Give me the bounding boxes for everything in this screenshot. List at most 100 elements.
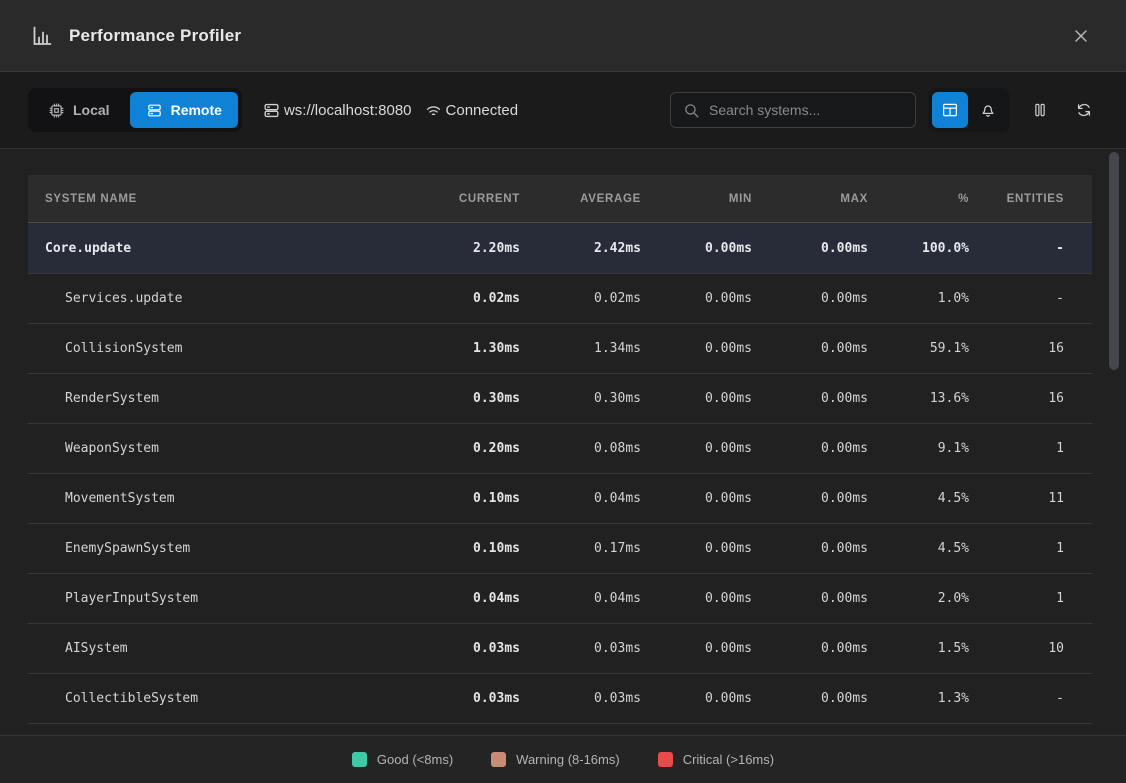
toolbar-right [670,88,1098,132]
min-cell: 0.00ms [641,391,752,406]
table-row[interactable]: RenderSystem 0.30ms 0.30ms 0.00ms 0.00ms… [28,373,1092,423]
pause-button[interactable] [1026,96,1054,124]
current-cell: 0.04ms [410,591,520,606]
table-layout-icon [941,101,959,119]
scrollbar-thumb[interactable] [1109,152,1119,370]
current-cell: 0.10ms [410,491,520,506]
remote-mode-button[interactable]: Remote [130,92,238,128]
good-swatch-icon [352,752,367,767]
table-row[interactable]: PlayerInputSystem 0.04ms 0.04ms 0.00ms 0… [28,573,1092,623]
view-toggle-group [928,88,1010,132]
entities-cell: 16 [969,391,1064,406]
search-icon [683,102,700,119]
entities-cell: 1 [969,541,1064,556]
column-header-entities[interactable]: ENTITIES [969,193,1064,205]
average-cell: 0.03ms [520,641,641,656]
average-cell: 0.30ms [520,391,641,406]
systems-table: SYSTEM NAME CURRENT AVERAGE MIN MAX % EN… [28,175,1092,724]
column-header-max[interactable]: MAX [752,193,868,205]
table-row[interactable]: CollectibleSystem 0.03ms 0.03ms 0.00ms 0… [28,673,1092,723]
ws-url-group: ws://localhost:8080 [262,101,412,120]
local-mode-label: Local [73,102,110,118]
system-name-cell: Services.update [28,291,410,306]
main-content: SYSTEM NAME CURRENT AVERAGE MIN MAX % EN… [0,149,1126,735]
average-cell: 0.17ms [520,541,641,556]
connection-status-label: Connected [446,102,519,119]
column-header-system-name[interactable]: SYSTEM NAME [28,193,410,205]
current-cell: 0.03ms [410,641,520,656]
alerts-button[interactable] [970,92,1006,128]
page-title: Performance Profiler [69,26,241,46]
legend-critical-label: Critical (>16ms) [683,752,774,767]
max-cell: 0.00ms [752,341,868,356]
percent-cell: 4.5% [868,541,969,556]
column-header-percent[interactable]: % [868,193,969,205]
close-button[interactable] [1066,21,1096,51]
percent-cell: 59.1% [868,341,969,356]
sync-icon [1075,101,1093,119]
ws-url-label: ws://localhost:8080 [284,102,412,119]
system-name-cell: CollisionSystem [28,341,410,356]
system-name-cell: EnemySpawnSystem [28,541,410,556]
column-header-current[interactable]: CURRENT [410,193,520,205]
entities-cell: - [969,291,1064,306]
column-header-average[interactable]: AVERAGE [520,193,641,205]
column-header-min[interactable]: MIN [641,193,752,205]
table-row[interactable]: CollisionSystem 1.30ms 1.34ms 0.00ms 0.0… [28,323,1092,373]
table-row[interactable]: AISystem 0.03ms 0.03ms 0.00ms 0.00ms 1.5… [28,623,1092,673]
min-cell: 0.00ms [641,491,752,506]
current-cell: 0.10ms [410,541,520,556]
current-cell: 2.20ms [410,241,520,256]
max-cell: 0.00ms [752,291,868,306]
percent-cell: 9.1% [868,441,969,456]
refresh-button[interactable] [1070,96,1098,124]
average-cell: 2.42ms [520,241,641,256]
close-icon [1071,26,1091,46]
server-icon [146,102,163,119]
min-cell: 0.00ms [641,641,752,656]
connection-status-group: Connected [424,101,519,120]
critical-swatch-icon [658,752,673,767]
percent-cell: 1.0% [868,291,969,306]
warning-swatch-icon [491,752,506,767]
table-header: SYSTEM NAME CURRENT AVERAGE MIN MAX % EN… [28,175,1092,223]
max-cell: 0.00ms [752,591,868,606]
average-cell: 0.04ms [520,491,641,506]
average-cell: 0.02ms [520,291,641,306]
local-mode-button[interactable]: Local [32,92,126,128]
min-cell: 0.00ms [641,591,752,606]
server-icon [262,101,281,120]
average-cell: 1.34ms [520,341,641,356]
current-cell: 0.03ms [410,691,520,706]
search-box [670,92,916,128]
system-name-cell: Core.update [28,241,410,256]
percent-cell: 100.0% [868,241,969,256]
average-cell: 0.03ms [520,691,641,706]
table-row[interactable]: WeaponSystem 0.20ms 0.08ms 0.00ms 0.00ms… [28,423,1092,473]
legend-good-label: Good (<8ms) [377,752,453,767]
entities-cell: - [969,691,1064,706]
table-row[interactable]: Core.update 2.20ms 2.42ms 0.00ms 0.00ms … [28,223,1092,273]
entities-cell: 11 [969,491,1064,506]
legend-footer: Good (<8ms) Warning (8-16ms) Critical (>… [0,735,1126,783]
percent-cell: 2.0% [868,591,969,606]
system-name-cell: RenderSystem [28,391,410,406]
table-row[interactable]: Services.update 0.02ms 0.02ms 0.00ms 0.0… [28,273,1092,323]
min-cell: 0.00ms [641,691,752,706]
scrollbar[interactable] [1107,150,1123,734]
legend-warning-label: Warning (8-16ms) [516,752,620,767]
table-row[interactable]: MovementSystem 0.10ms 0.04ms 0.00ms 0.00… [28,473,1092,523]
table-row[interactable]: EnemySpawnSystem 0.10ms 0.17ms 0.00ms 0.… [28,523,1092,573]
max-cell: 0.00ms [752,541,868,556]
pause-icon [1031,101,1049,119]
min-cell: 0.00ms [641,541,752,556]
system-name-cell: MovementSystem [28,491,410,506]
current-cell: 0.30ms [410,391,520,406]
max-cell: 0.00ms [752,641,868,656]
max-cell: 0.00ms [752,391,868,406]
search-input[interactable] [709,102,903,118]
mode-segmented-control: Local Remote [28,88,242,132]
entities-cell: 1 [969,441,1064,456]
table-view-button[interactable] [932,92,968,128]
min-cell: 0.00ms [641,291,752,306]
